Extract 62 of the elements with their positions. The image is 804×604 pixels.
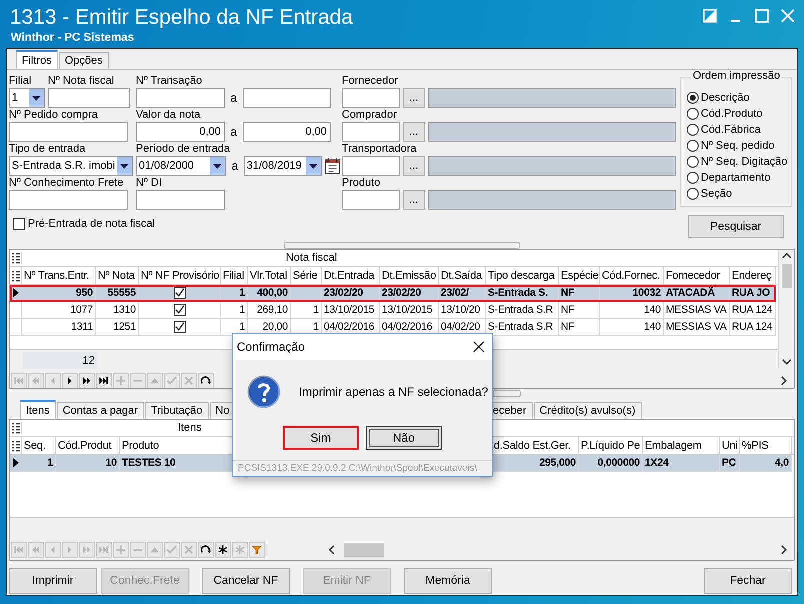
table-cell: 1077 bbox=[22, 302, 96, 318]
field-label: Transportadora bbox=[342, 143, 418, 156]
table-cell: MESSIAS VA bbox=[664, 319, 730, 335]
range-separator: a bbox=[230, 91, 238, 105]
table-cell: RUA 124 bbox=[730, 319, 776, 335]
table-cell: NF bbox=[559, 285, 600, 301]
field-label: Valor da nota bbox=[136, 109, 202, 122]
table-cell: 10032 bbox=[600, 285, 664, 301]
group-header: Nota fiscal bbox=[286, 252, 338, 264]
record-count: 12 bbox=[23, 352, 97, 369]
table-cell: 13/10/2015 bbox=[380, 302, 439, 318]
table-cell: S-Entrada S.R bbox=[486, 302, 559, 318]
field-label: Filial bbox=[9, 75, 33, 88]
field-label: Período de entrada bbox=[136, 143, 232, 156]
range-separator: a bbox=[230, 159, 240, 173]
field-label: Nº Pedido compra bbox=[9, 109, 100, 122]
table-cell: RUA JO bbox=[730, 285, 776, 301]
window-title: 1313 - Emitir Espelho da NF Entrada bbox=[10, 6, 354, 30]
table-cell: 1 bbox=[221, 302, 248, 318]
table-cell: 4,0 bbox=[740, 455, 792, 471]
table-cell: 269,10 bbox=[248, 302, 291, 318]
table-cell: 1311 bbox=[22, 319, 96, 335]
field-label: Comprador bbox=[342, 109, 398, 122]
table-cell: MESSIAS VA bbox=[664, 302, 730, 318]
table-cell: 400,00 bbox=[248, 285, 291, 301]
table-cell: 950 bbox=[22, 285, 96, 301]
table-cell: 23/02/20 bbox=[380, 285, 439, 301]
table-cell: 0,000000 bbox=[579, 455, 643, 471]
table-cell: RUA 124 bbox=[730, 302, 776, 318]
table-cell: 23/02/20 bbox=[322, 285, 380, 301]
table-cell: 1 bbox=[291, 302, 322, 318]
table-cell: 1 bbox=[221, 285, 248, 301]
table-cell: 1251 bbox=[96, 319, 139, 335]
table-cell: 140 bbox=[600, 302, 664, 318]
dialog-title: Confirmação bbox=[237, 340, 306, 354]
dialog-footer: PCSIS1313.EXE 29.0.9.2 C:\Winthor\Spool\Executaveis\ bbox=[233, 460, 492, 476]
table-cell: 140 bbox=[600, 319, 664, 335]
table-cell: 1 bbox=[22, 455, 56, 471]
group-title: Ordem impressão bbox=[691, 70, 782, 82]
table-cell: 10 bbox=[56, 455, 120, 471]
table-cell: 1X24 bbox=[643, 455, 720, 471]
field-label: Produto bbox=[342, 177, 382, 190]
table-cell: 23/02/ bbox=[439, 285, 486, 301]
table-cell: ATACADÃ bbox=[664, 285, 730, 301]
table-cell: NF bbox=[559, 302, 600, 318]
group-header: Itens bbox=[178, 422, 202, 434]
dialog-message: Imprimir apenas a NF selecionada? bbox=[299, 385, 488, 399]
window-subtitle: Winthor - PC Sistemas bbox=[11, 32, 134, 44]
field-label: Nº Transação bbox=[136, 75, 204, 88]
table-cell: 55555 bbox=[96, 285, 139, 301]
table-cell: 13/10/20 bbox=[439, 302, 486, 318]
field-label: Nº Nota fiscal bbox=[48, 75, 116, 88]
table-cell: NF bbox=[559, 319, 600, 335]
field-label: Fornecedor bbox=[342, 75, 400, 88]
table-cell: PC bbox=[720, 455, 740, 471]
table-cell: S-Entrada S. bbox=[486, 285, 559, 301]
range-separator: a bbox=[230, 125, 238, 139]
field-label: Nº DI bbox=[136, 177, 164, 190]
table-cell: 13/10/2015 bbox=[322, 302, 380, 318]
field-label: Tipo de entrada bbox=[9, 143, 87, 156]
field-label: Nº Conhecimento Frete bbox=[9, 177, 125, 190]
table-cell: 1310 bbox=[96, 302, 139, 318]
